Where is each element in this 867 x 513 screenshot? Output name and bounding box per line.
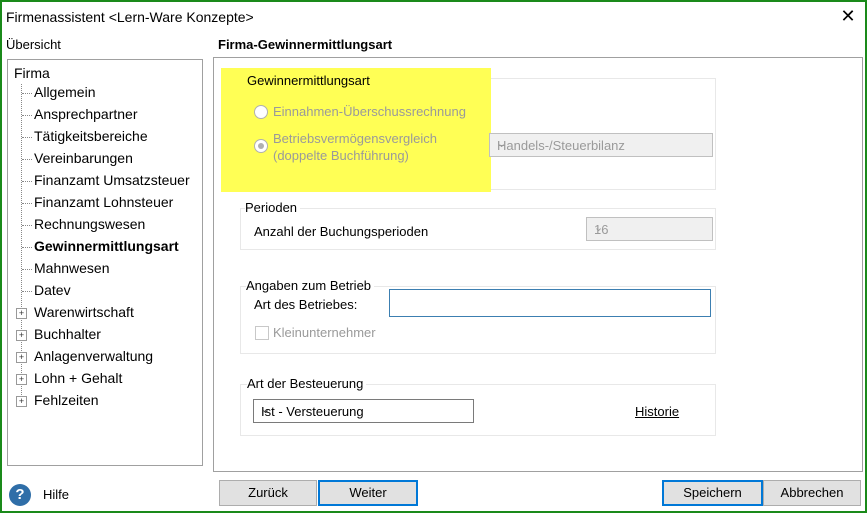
- radio-betriebsvermoegen[interactable]: [254, 139, 268, 153]
- tree-item-allgemein[interactable]: Allgemein: [34, 84, 95, 100]
- close-icon[interactable]: ✕: [836, 4, 860, 28]
- expand-icon[interactable]: +: [16, 308, 27, 319]
- art-betrieb-input[interactable]: [389, 289, 711, 317]
- historie-link-text: Historie: [635, 404, 680, 419]
- tree-connector: [22, 247, 32, 248]
- group-title-perioden: Perioden: [245, 200, 301, 215]
- kleinunternehmer-checkbox[interactable]: [255, 326, 269, 340]
- tree-item-finanzamt-lohnsteuer[interactable]: Finanzamt Lohnsteuer: [34, 194, 173, 210]
- besteuerung-select[interactable]: Ist - Versteuerung ⌄: [253, 399, 474, 423]
- chevron-down-icon: ⌄: [594, 222, 604, 234]
- cancel-button[interactable]: Abbrechen: [763, 480, 861, 506]
- help-icon[interactable]: ?: [9, 484, 31, 506]
- tree-item-mahnwesen[interactable]: Mahnwesen: [34, 260, 110, 276]
- perioden-label: Anzahl der Buchungsperioden: [254, 224, 429, 239]
- tree-connector: [22, 291, 32, 292]
- overview-label: Übersicht: [6, 37, 61, 52]
- tree-root-firma[interactable]: Firma: [14, 65, 50, 81]
- tree-item-buchhalter[interactable]: Buchhalter: [34, 326, 101, 342]
- dialog-window: Firmenassistent <Lern-Ware Konzepte> ✕ Ü…: [0, 0, 867, 513]
- radio-einnahmen[interactable]: [254, 105, 268, 119]
- tree-connector: [22, 115, 32, 116]
- tree-item-rechnungswesen[interactable]: Rechnungswesen: [34, 216, 145, 232]
- chevron-down-icon: ⌄: [261, 404, 271, 416]
- art-betrieb-label: Art des Betriebes:: [254, 297, 358, 312]
- back-button[interactable]: Zurück: [219, 480, 317, 506]
- tree-item-lohn-gehalt[interactable]: Lohn + Gehalt: [34, 370, 122, 386]
- tree-item-fehlzeiten[interactable]: Fehlzeiten: [34, 392, 99, 408]
- group-title-gewinnermittlung: Gewinnermittlungsart: [247, 73, 370, 88]
- window-title: Firmenassistent <Lern-Ware Konzepte>: [6, 9, 254, 25]
- save-button[interactable]: Speichern: [662, 480, 763, 506]
- radio-betriebsvermoegen-label-1: Betriebsvermögensvergleich: [273, 131, 438, 146]
- group-title-besteuerung: Art der Besteuerung: [247, 376, 367, 391]
- bilanz-select[interactable]: Handels-/Steuerbilanz ⌄: [489, 133, 713, 157]
- tree-connector: [22, 159, 32, 160]
- historie-link[interactable]: Historie: [635, 404, 679, 419]
- tree-connector: [22, 93, 32, 94]
- tree-item-gewinnermittlungsart[interactable]: Gewinnermittlungsart: [34, 238, 179, 254]
- tree-connector: [22, 203, 32, 204]
- tree-item-warenwirtschaft[interactable]: Warenwirtschaft: [34, 304, 134, 320]
- tree-item-tätigkeitsbereiche[interactable]: Tätigkeitsbereiche: [34, 128, 148, 144]
- navigation-tree: Firma Allgemein Ansprechpartner Tätigkeits…: [7, 59, 203, 466]
- group-title-betrieb: Angaben zum Betrieb: [246, 278, 375, 293]
- kleinunternehmer-label: Kleinunternehmer: [273, 325, 376, 340]
- perioden-select[interactable]: 16 ⌄: [586, 217, 713, 241]
- tree-connector: [22, 269, 32, 270]
- radio-einnahmen-label: Einnahmen-Überschussrechnung: [273, 104, 466, 119]
- help-label[interactable]: Hilfe: [43, 487, 69, 502]
- radio-betriebsvermoegen-label-2: (doppelte Buchführung): [273, 148, 409, 163]
- panel-title: Firma-Gewinnermittlungsart: [218, 37, 393, 52]
- chevron-down-icon: ⌄: [497, 138, 507, 150]
- expand-icon[interactable]: +: [16, 396, 27, 407]
- tree-connector: [22, 225, 32, 226]
- expand-icon[interactable]: +: [16, 352, 27, 363]
- tree-item-datev[interactable]: Datev: [34, 282, 71, 298]
- tree-connector: [22, 137, 32, 138]
- tree-item-finanzamt-umsatzsteuer[interactable]: Finanzamt Umsatzsteuer: [34, 172, 190, 188]
- next-button[interactable]: Weiter: [318, 480, 418, 506]
- expand-icon[interactable]: +: [16, 330, 27, 341]
- title-bar: Firmenassistent <Lern-Ware Konzepte> ✕: [2, 2, 865, 30]
- tree-item-vereinbarungen[interactable]: Vereinbarungen: [34, 150, 133, 166]
- tree-item-ansprechpartner[interactable]: Ansprechpartner: [34, 106, 138, 122]
- expand-icon[interactable]: +: [16, 374, 27, 385]
- tree-connector: [22, 181, 32, 182]
- tree-item-anlagenverwaltung[interactable]: Anlagenverwaltung: [34, 348, 153, 364]
